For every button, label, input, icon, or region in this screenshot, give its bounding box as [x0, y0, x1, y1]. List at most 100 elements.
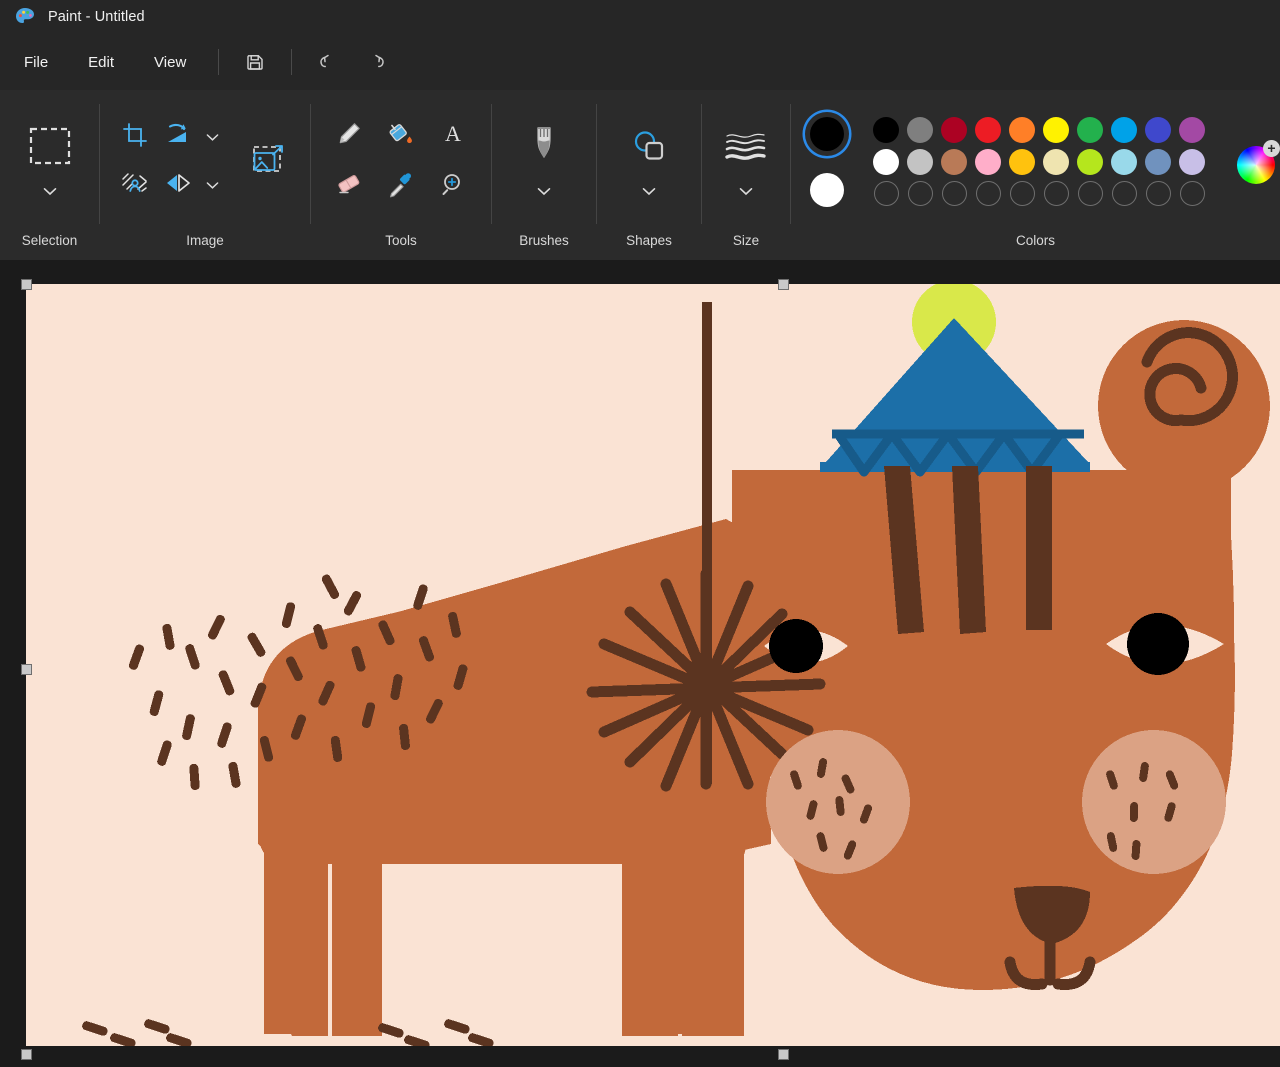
color-swatch-empty-8[interactable]: [1145, 181, 1171, 206]
menu-edit[interactable]: Edit: [72, 47, 130, 78]
rotate-icon: [164, 122, 192, 153]
color-picker-tool-button[interactable]: [377, 164, 425, 210]
paint-palette-icon: [14, 6, 36, 28]
eraser-tool-button[interactable]: [325, 164, 373, 210]
resize-image-icon: [251, 141, 289, 182]
primary-color-button[interactable]: [805, 112, 849, 156]
shapes-expand-button[interactable]: [635, 183, 663, 201]
color-swatch-1-4[interactable]: [1009, 148, 1035, 175]
color-swatch-0-0[interactable]: [873, 116, 899, 143]
canvas-handle-bottom-left[interactable]: [21, 1049, 32, 1060]
undo-arrow-icon: [317, 51, 339, 73]
ribbon-group-shapes: Shapes: [597, 90, 701, 260]
line-size-icon: [724, 129, 768, 168]
flip-expand-button[interactable]: [199, 177, 227, 195]
chevron-down-icon: [206, 177, 219, 195]
color-picker-icon: [387, 170, 415, 203]
rectangular-selection-icon: [28, 126, 72, 171]
shapes-icon: [629, 127, 669, 170]
rotate-button[interactable]: [158, 115, 198, 161]
canvas-workspace: [0, 260, 1280, 1067]
color-swatch-empty-9[interactable]: [1179, 181, 1205, 206]
rotate-expand-button[interactable]: [199, 129, 227, 147]
secondary-color-button[interactable]: [805, 168, 849, 212]
menu-file[interactable]: File: [8, 47, 64, 78]
color-swatch-1-6[interactable]: [1077, 148, 1103, 175]
color-swatch-0-1[interactable]: [907, 116, 933, 143]
window-title: Paint - Untitled: [48, 9, 145, 25]
flip-button[interactable]: [158, 163, 198, 209]
color-swatch-1-5[interactable]: [1043, 148, 1069, 175]
color-swatch-0-8[interactable]: [1145, 116, 1171, 143]
color-swatch-empty-0[interactable]: [873, 181, 899, 206]
color-swatch-0-5[interactable]: [1043, 116, 1069, 143]
eraser-icon: [335, 170, 363, 203]
menu-view[interactable]: View: [138, 47, 202, 78]
color-swatch-0-3[interactable]: [975, 116, 1001, 143]
pencil-icon: [335, 120, 363, 153]
color-swatch-1-7[interactable]: [1111, 148, 1137, 175]
color-swatch-0-6[interactable]: [1077, 116, 1103, 143]
text-tool-button[interactable]: A: [429, 114, 477, 160]
bear-right-ear: [1098, 320, 1270, 492]
color-swatch-empty-1[interactable]: [907, 181, 933, 206]
bear-hat: [820, 284, 1090, 477]
color-swatch-1-1[interactable]: [907, 148, 933, 175]
selection-expand-button[interactable]: [36, 183, 64, 201]
undo-button[interactable]: [308, 45, 348, 79]
canvas-handle-top-left[interactable]: [21, 279, 32, 290]
color-swatch-1-0[interactable]: [873, 148, 899, 175]
redo-button[interactable]: [356, 45, 396, 79]
color-swatch-0-7[interactable]: [1111, 116, 1137, 143]
color-swatch-1-8[interactable]: [1145, 148, 1171, 175]
rectangular-selection-tool[interactable]: [22, 123, 78, 175]
canvas-handle-bottom-center[interactable]: [778, 1049, 789, 1060]
bear-drawing: [82, 284, 1270, 1046]
remove-background-icon: [121, 171, 149, 200]
chevron-down-icon: [206, 129, 219, 147]
color-swatch-empty-4[interactable]: [1009, 181, 1035, 206]
color-swatch-empty-3[interactable]: [975, 181, 1001, 206]
brushes-button[interactable]: [517, 123, 571, 175]
canvas-handle-middle-left[interactable]: [21, 664, 32, 675]
menu-divider-1: [218, 49, 220, 75]
canvas-handle-top-center[interactable]: [778, 279, 789, 290]
color-swatch-empty-5[interactable]: [1043, 181, 1069, 206]
magnifier-icon: [439, 170, 467, 203]
ribbon-label-size: Size: [732, 233, 760, 248]
color-swatch-0-9[interactable]: [1179, 116, 1205, 143]
size-button[interactable]: [719, 123, 773, 175]
pencil-tool-button[interactable]: [325, 114, 373, 160]
drawing-canvas[interactable]: [26, 284, 1280, 1046]
edit-colors-button[interactable]: +: [1235, 139, 1280, 184]
save-button[interactable]: [235, 45, 275, 79]
ribbon-group-size: Size: [702, 90, 790, 260]
ribbon-group-brushes: Brushes: [492, 90, 596, 260]
color-swatch-0-4[interactable]: [1009, 116, 1035, 143]
ribbon-label-selection: Selection: [21, 233, 78, 248]
text-tool-icon: A: [439, 120, 467, 153]
resize-image-button[interactable]: [241, 134, 299, 190]
crop-button[interactable]: [111, 115, 159, 161]
crop-icon: [122, 122, 148, 153]
color-swatch-1-3[interactable]: [975, 148, 1001, 175]
magnifier-tool-button[interactable]: [429, 164, 477, 210]
shapes-button[interactable]: [622, 123, 676, 175]
color-swatch-empty-2[interactable]: [941, 181, 967, 206]
floppy-disk-icon: [245, 52, 265, 72]
fill-tool-button[interactable]: [377, 114, 425, 160]
brushes-expand-button[interactable]: [530, 183, 558, 201]
color-swatch-1-9[interactable]: [1179, 148, 1205, 175]
color-swatch-empty-7[interactable]: [1111, 181, 1137, 206]
color-swatch-0-2[interactable]: [941, 116, 967, 143]
color-swatch-empty-6[interactable]: [1077, 181, 1103, 206]
chevron-down-icon: [537, 183, 551, 201]
ribbon-toolbar: Selection Image A Tools Brushes Shapes S…: [0, 90, 1280, 260]
remove-background-button[interactable]: [111, 163, 159, 209]
ribbon-label-shapes: Shapes: [626, 233, 672, 248]
ribbon-label-brushes: Brushes: [519, 233, 569, 248]
color-swatch-1-2[interactable]: [941, 148, 967, 175]
chevron-down-icon: [43, 183, 57, 201]
size-expand-button[interactable]: [732, 183, 760, 201]
svg-text:A: A: [445, 121, 461, 146]
